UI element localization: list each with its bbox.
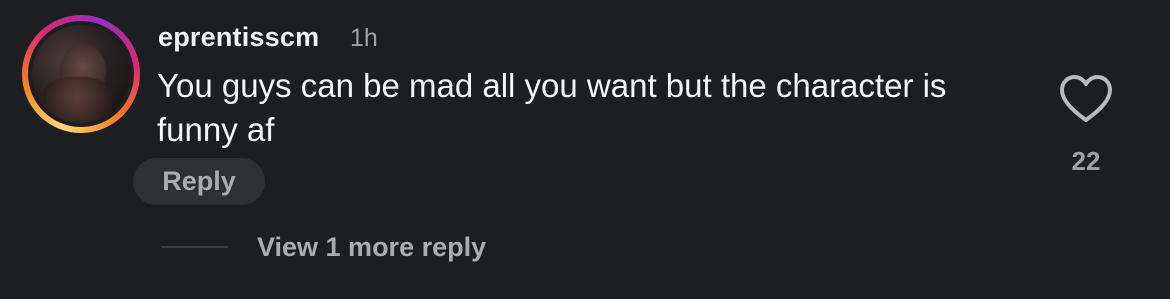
username[interactable]: eprentisscm <box>158 22 319 53</box>
view-more-replies-link[interactable]: View 1 more reply <box>257 232 486 263</box>
comment-text: You guys can be mad all you want but the… <box>157 67 947 148</box>
avatar[interactable] <box>32 25 130 123</box>
reply-button[interactable]: Reply <box>133 158 265 205</box>
replies-divider <box>162 246 228 248</box>
like-count: 22 <box>1071 146 1101 176</box>
like-button[interactable] <box>1058 74 1114 124</box>
avatar-photo-detail <box>42 77 112 123</box>
timestamp: 1h <box>350 24 378 52</box>
heart-outline-icon <box>1060 75 1112 122</box>
comment: eprentisscm 1h You guys can be mad all y… <box>0 0 1170 299</box>
avatar-story-ring[interactable] <box>22 15 140 133</box>
